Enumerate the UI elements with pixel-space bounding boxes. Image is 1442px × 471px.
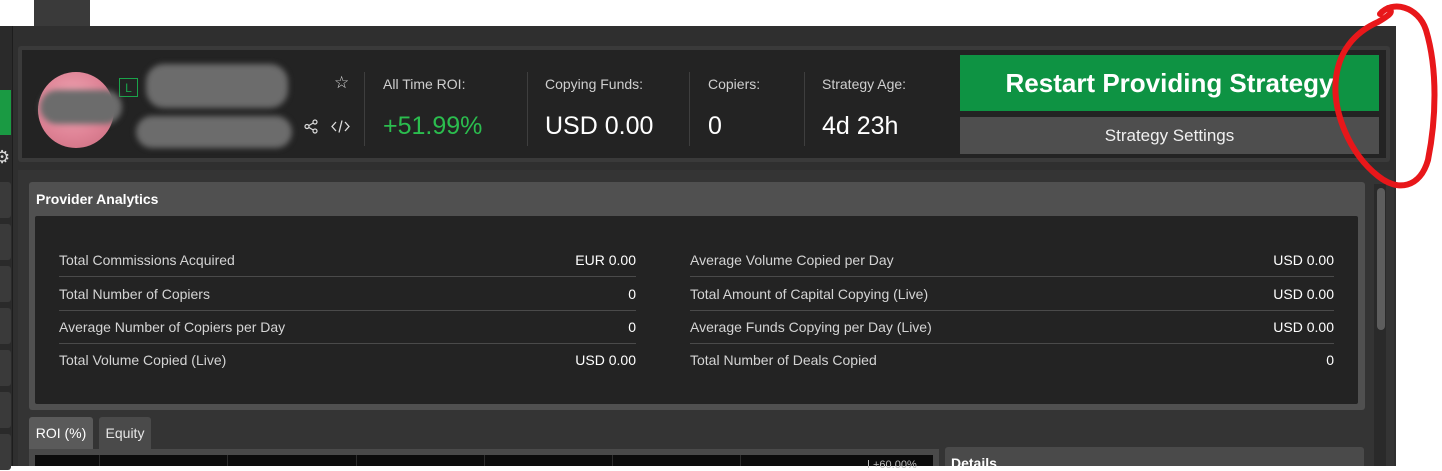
red-annotation-circle [1332, 3, 1438, 189]
app-window: ⚙ L ☆ All Time ROI: +51.99% Copying Fund… [0, 0, 1442, 471]
